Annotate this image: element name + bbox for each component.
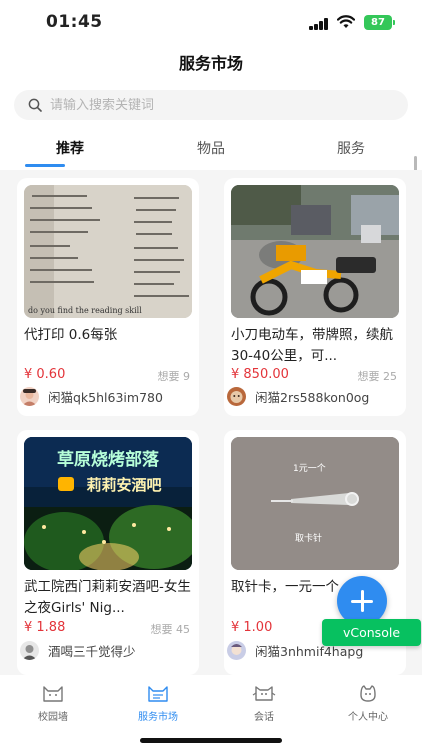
nav-label: 校园墙 [38, 712, 68, 723]
price-row: ¥ 0.60 想要 9 [24, 367, 192, 383]
seller-name: 闲猫2rs588kon0og [255, 389, 370, 405]
avatar [20, 640, 39, 660]
nav-label: 个人中心 [348, 712, 388, 723]
want-count: 想要 45 [150, 623, 191, 636]
search-bar[interactable] [14, 90, 408, 120]
nav-item-chat[interactable]: 会话 [214, 681, 314, 723]
item-price: ¥ 1.00 [231, 620, 273, 635]
nav-item-profile[interactable]: 个人中心 [318, 681, 418, 723]
vconsole-button[interactable]: vConsole [322, 619, 421, 646]
cat-chat-icon [252, 686, 276, 701]
battery-icon: 87 [364, 15, 395, 30]
item-photo: 草原烧烤部落 莉莉安酒吧 [24, 437, 192, 570]
seller-name: 闲猫qk5hl63im780 [48, 389, 163, 405]
book-question-text: do you find the reading skill [28, 306, 142, 315]
tab-recommended[interactable]: 推荐 [25, 138, 115, 158]
item-card[interactable]: 草原烧烤部落 莉莉安酒吧 武工院西门莉莉安酒吧-女生之夜Girls' Nig..… [17, 430, 199, 675]
nav-label: 服务市场 [138, 712, 178, 723]
item-price: ¥ 0.60 [24, 367, 66, 382]
battery-level: 87 [371, 17, 385, 28]
seller-row[interactable]: 酒喝三千觉得少 [20, 640, 195, 660]
seller-row[interactable]: 闲猫2rs588kon0og [227, 386, 402, 406]
photo-label1-text: 1元一个 [293, 463, 326, 474]
item-title: 小刀电动车，带牌照，续航30-40公里，可... [231, 327, 393, 364]
search-icon [28, 98, 42, 112]
sign-line1-text: 草原烧烤部落 [57, 449, 160, 470]
item-title: 武工院西门莉莉安酒吧-女生之夜Girls' Nig... [24, 579, 191, 616]
vconsole-label: vConsole [342, 625, 401, 640]
page-title: 服务市场 [178, 54, 243, 73]
status-time: 01:45 [46, 12, 103, 32]
seller-row[interactable]: 闲猫qk5hl63im780 [20, 386, 195, 406]
sign-line2-text: 莉莉安酒吧 [86, 476, 161, 494]
wifi-icon [337, 15, 355, 28]
item-photo [231, 185, 399, 318]
tab-label: 服务 [337, 141, 365, 157]
item-photo: do you find the reading skill [24, 185, 192, 318]
tab-label: 推荐 [56, 141, 84, 157]
item-card[interactable]: 小刀电动车，带牌照，续航30-40公里，可... ¥ 850.00 想要 25 … [224, 178, 406, 416]
status-bar: 01:45 87 [0, 0, 422, 44]
seller-name: 酒喝三千觉得少 [48, 643, 136, 659]
tab-goods[interactable]: 物品 [166, 138, 256, 158]
cat-market-icon [148, 686, 168, 702]
item-card[interactable]: do you find the reading skill 代打印 0.6每张 … [17, 178, 199, 416]
avatar [227, 640, 246, 660]
active-tab-indicator [25, 164, 65, 167]
cat-profile-icon [360, 685, 376, 702]
tab-label: 物品 [197, 141, 225, 157]
item-photo: 1元一个 取卡针 [231, 437, 399, 570]
price-row: ¥ 850.00 想要 25 [231, 367, 399, 383]
item-title: 代打印 0.6每张 [24, 327, 118, 343]
nav-item-service-market[interactable]: 服务市场 [108, 681, 208, 723]
search-input[interactable] [50, 97, 370, 113]
price-row: ¥ 1.88 想要 45 [24, 620, 192, 636]
avatar [227, 386, 246, 406]
avatar [20, 386, 39, 406]
tab-services[interactable]: 服务 [306, 138, 396, 158]
nav-item-campus-wall[interactable]: 校园墙 [3, 681, 103, 723]
home-indicator [140, 738, 282, 743]
cat-wall-icon [43, 686, 63, 702]
item-price: ¥ 1.88 [24, 620, 66, 635]
want-count: 想要 9 [157, 370, 191, 383]
category-tabs: 推荐 物品 服务 [0, 138, 422, 170]
cellular-signal-icon [309, 18, 329, 30]
nav-label: 会话 [254, 712, 274, 723]
item-price: ¥ 850.00 [231, 367, 289, 382]
photo-label2-text: 取卡针 [295, 532, 322, 544]
want-count: 想要 25 [357, 370, 398, 383]
